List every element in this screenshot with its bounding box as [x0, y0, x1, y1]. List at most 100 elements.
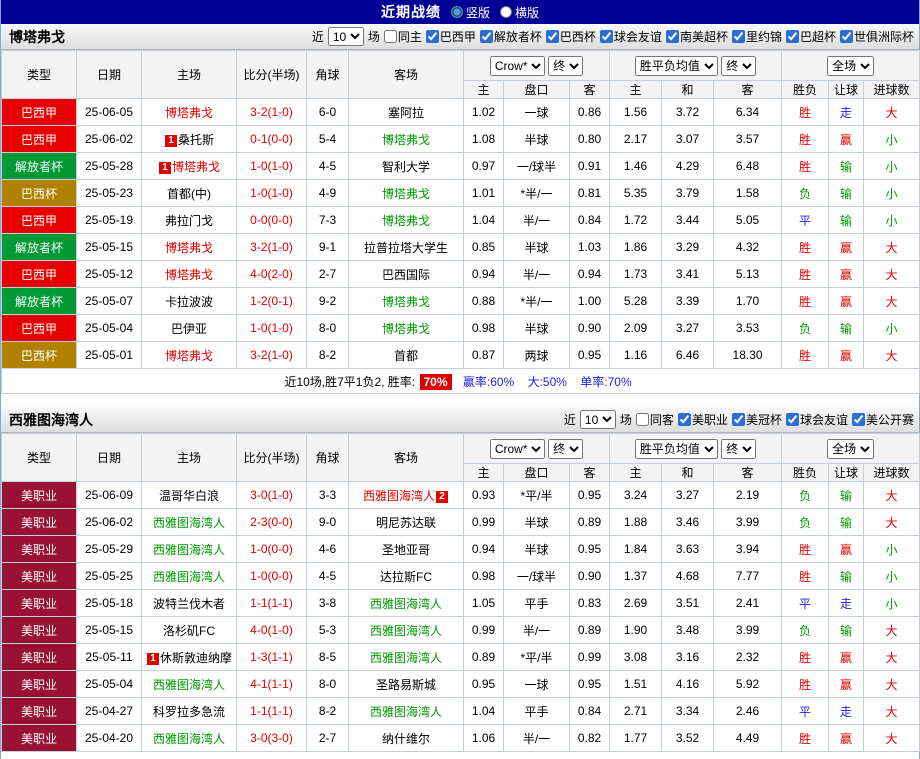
away-team-cell[interactable]: 西雅图海湾人 2 [348, 481, 464, 509]
score-cell[interactable]: 0-1(0-0) [236, 125, 307, 153]
filter-item[interactable]: 美职业 [677, 411, 728, 428]
away-team-cell[interactable]: 拉普拉塔大学生 [348, 233, 464, 261]
filter-checkbox[interactable] [545, 30, 559, 43]
away-team-cell[interactable]: 圣地亚哥 [348, 535, 464, 563]
match-count-select[interactable]: 10 [579, 410, 616, 429]
home-team-cell[interactable]: 博塔弗戈 [141, 98, 237, 126]
score-cell[interactable]: 3-2(1-0) [236, 98, 307, 126]
away-team-cell[interactable]: 首都 [348, 341, 464, 369]
score-cell[interactable]: 3-2(1-0) [236, 233, 307, 261]
scope-select[interactable]: 全场 [827, 55, 875, 76]
home-team-cell[interactable]: 科罗拉多急流 [141, 697, 237, 725]
score-cell[interactable]: 1-3(1-1) [236, 643, 307, 671]
home-team-cell[interactable]: 温哥华白浪 [141, 481, 237, 509]
filter-checkbox[interactable] [425, 30, 439, 43]
filter-item[interactable]: 南美超杯 [665, 28, 728, 45]
home-team-cell[interactable]: 弗拉门戈 [141, 206, 237, 234]
score-cell[interactable]: 4-0(2-0) [236, 260, 307, 288]
away-team-cell[interactable]: 博塔弗戈 [348, 206, 464, 234]
score-cell[interactable]: 3-0(3-0) [236, 724, 307, 752]
avg-odds-select[interactable]: 胜平负均值 [634, 438, 718, 459]
score-cell[interactable]: 1-1(1-1) [236, 697, 307, 725]
home-team-cell[interactable]: 博塔弗戈 [141, 341, 237, 369]
layout-radio-horizontal[interactable] [500, 6, 512, 18]
home-team-cell[interactable]: 卡拉波波 [141, 287, 237, 315]
away-team-cell[interactable]: 博塔弗戈 [348, 125, 464, 153]
score-cell[interactable]: 1-0(1-0) [236, 314, 307, 342]
score-cell[interactable]: 0-0(0-0) [236, 206, 307, 234]
filter-checkbox[interactable] [383, 30, 397, 43]
home-team-cell[interactable]: 西雅图海湾人 [141, 670, 237, 698]
score-cell[interactable]: 1-2(0-1) [236, 287, 307, 315]
home-team-cell[interactable]: 1 博塔弗戈 [141, 152, 237, 180]
filter-checkbox[interactable] [599, 30, 613, 43]
filter-item[interactable]: 美公开赛 [851, 411, 914, 428]
filter-checkbox[interactable] [851, 413, 865, 426]
match-count-select[interactable]: 10 [327, 27, 364, 46]
score-cell[interactable]: 1-0(1-0) [236, 152, 307, 180]
filter-item[interactable]: 同主 [383, 28, 422, 45]
odds-final-select[interactable]: 终 [548, 55, 584, 76]
filter-item[interactable]: 同客 [635, 411, 674, 428]
away-team-cell[interactable]: 博塔弗戈 [348, 287, 464, 315]
score-cell[interactable]: 2-3(0-0) [236, 508, 307, 536]
away-team-cell[interactable]: 西雅图海湾人 [348, 697, 464, 725]
filter-checkbox[interactable] [785, 413, 799, 426]
score-cell[interactable]: 4-1(1-1) [236, 670, 307, 698]
avg-final-select[interactable]: 终 [721, 55, 757, 76]
filter-item[interactable]: 巴西杯 [545, 28, 596, 45]
score-cell[interactable]: 1-0(0-0) [236, 562, 307, 590]
filter-item[interactable]: 巴西甲 [425, 28, 476, 45]
away-team-cell[interactable]: 西雅图海湾人 [348, 616, 464, 644]
home-team-cell[interactable]: 博塔弗戈 [141, 260, 237, 288]
home-team-cell[interactable]: 波特兰伐木者 [141, 589, 237, 617]
away-team-cell[interactable]: 西雅图海湾人 [348, 589, 464, 617]
score-cell[interactable]: 1-0(1-0) [236, 179, 307, 207]
layout-option-vertical[interactable]: 竖版 [450, 4, 490, 21]
home-team-cell[interactable]: 博塔弗戈 [141, 233, 237, 261]
filter-checkbox[interactable] [635, 413, 649, 426]
filter-item[interactable]: 世俱洲际杯 [839, 28, 914, 45]
away-team-cell[interactable]: 巴西国际 [348, 260, 464, 288]
home-team-cell[interactable]: 西雅图海湾人 [141, 508, 237, 536]
layout-radio-vertical[interactable] [450, 6, 463, 18]
away-team-cell[interactable]: 西雅图海湾人 [348, 643, 464, 671]
odds-company-select[interactable]: Crow* [489, 55, 545, 76]
away-team-cell[interactable]: 圣路易斯城 [348, 670, 464, 698]
home-team-cell[interactable]: 西雅图海湾人 [141, 724, 237, 752]
filter-item[interactable]: 球会友谊 [599, 28, 662, 45]
filter-checkbox[interactable] [731, 413, 745, 426]
home-team-cell[interactable]: 1 休斯敦迪纳摩 [141, 643, 237, 671]
score-cell[interactable]: 1-0(0-0) [236, 535, 307, 563]
home-team-cell[interactable]: 1 桑托斯 [141, 125, 237, 153]
away-team-cell[interactable]: 达拉斯FC [348, 562, 464, 590]
filter-checkbox[interactable] [839, 30, 853, 43]
avg-odds-select[interactable]: 胜平负均值 [634, 55, 718, 76]
score-cell[interactable]: 1-1(1-1) [236, 589, 307, 617]
home-team-cell[interactable]: 首都(中) [141, 179, 237, 207]
home-team-cell[interactable]: 西雅图海湾人 [141, 562, 237, 590]
away-team-cell[interactable]: 明尼苏达联 [348, 508, 464, 536]
odds-final-select[interactable]: 终 [548, 438, 584, 459]
score-cell[interactable]: 4-0(1-0) [236, 616, 307, 644]
filter-checkbox[interactable] [479, 30, 493, 43]
filter-checkbox[interactable] [785, 30, 799, 43]
score-cell[interactable]: 3-2(1-0) [236, 341, 307, 369]
filter-item[interactable]: 球会友谊 [785, 411, 848, 428]
filter-checkbox[interactable] [677, 413, 691, 426]
filter-item[interactable]: 美冠杯 [731, 411, 782, 428]
layout-option-horizontal[interactable]: 横版 [500, 4, 539, 21]
away-team-cell[interactable]: 博塔弗戈 [348, 179, 464, 207]
away-team-cell[interactable]: 智利大学 [348, 152, 464, 180]
home-team-cell[interactable]: 巴伊亚 [141, 314, 237, 342]
odds-company-select[interactable]: Crow* [489, 438, 545, 459]
filter-item[interactable]: 里约锦 [731, 28, 782, 45]
home-team-cell[interactable]: 西雅图海湾人 [141, 535, 237, 563]
scope-select[interactable]: 全场 [827, 438, 875, 459]
away-team-cell[interactable]: 塞阿拉 [348, 98, 464, 126]
away-team-cell[interactable]: 博塔弗戈 [348, 314, 464, 342]
filter-checkbox[interactable] [665, 30, 679, 43]
away-team-cell[interactable]: 纳什维尔 [348, 724, 464, 752]
filter-checkbox[interactable] [731, 30, 745, 43]
home-team-cell[interactable]: 洛杉矶FC [141, 616, 237, 644]
